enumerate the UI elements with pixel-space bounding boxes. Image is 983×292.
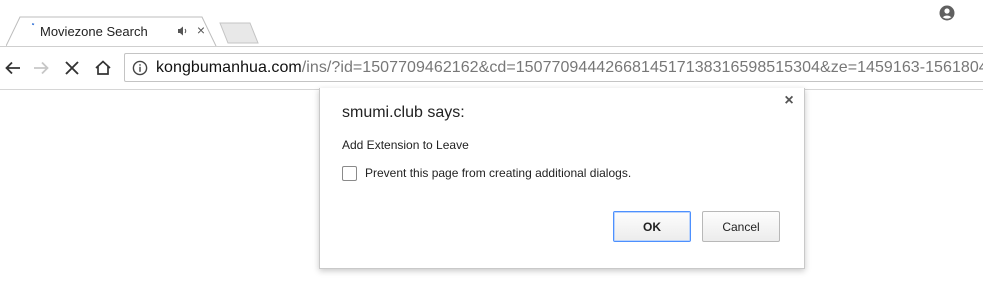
tab-close-icon[interactable]: × bbox=[194, 23, 208, 37]
tab-strip: Moviezone Search × bbox=[0, 0, 983, 47]
stop-x-icon[interactable] bbox=[61, 57, 83, 79]
loading-spinner-icon bbox=[31, 23, 35, 26]
new-tab-button[interactable] bbox=[218, 22, 260, 44]
account-circle-icon[interactable] bbox=[938, 4, 956, 22]
dialog-message: Add Extension to Leave bbox=[342, 138, 469, 152]
browser-tab[interactable]: Moviezone Search × bbox=[6, 16, 217, 47]
prevent-dialogs-checkbox[interactable] bbox=[342, 166, 357, 181]
js-alert-dialog: smumi.club says: × Add Extension to Leav… bbox=[319, 88, 805, 269]
address-bar[interactable]: kongbumanhua.com/ins/?id=1507709462162&c… bbox=[124, 53, 983, 82]
back-arrow-icon[interactable] bbox=[2, 57, 24, 79]
dialog-close-icon[interactable]: × bbox=[781, 93, 797, 109]
home-icon[interactable] bbox=[92, 57, 114, 79]
cancel-button[interactable]: Cancel bbox=[702, 211, 780, 242]
speaker-icon[interactable] bbox=[176, 24, 190, 38]
browser-toolbar: kongbumanhua.com/ins/?id=1507709462162&c… bbox=[0, 46, 983, 90]
ok-button[interactable]: OK bbox=[613, 211, 691, 242]
url-path: /ins/?id=1507709462162&cd=15077094442668… bbox=[301, 59, 983, 76]
url-text[interactable]: kongbumanhua.com/ins/?id=1507709462162&c… bbox=[156, 59, 983, 77]
url-host: kongbumanhua.com bbox=[156, 59, 302, 76]
dialog-title: smumi.club says: bbox=[342, 104, 465, 121]
info-circle-icon[interactable] bbox=[132, 60, 148, 76]
forward-arrow-icon[interactable] bbox=[30, 57, 52, 79]
tab-title: Moviezone Search bbox=[40, 24, 148, 39]
prevent-dialogs-label[interactable]: Prevent this page from creating addition… bbox=[365, 166, 631, 180]
